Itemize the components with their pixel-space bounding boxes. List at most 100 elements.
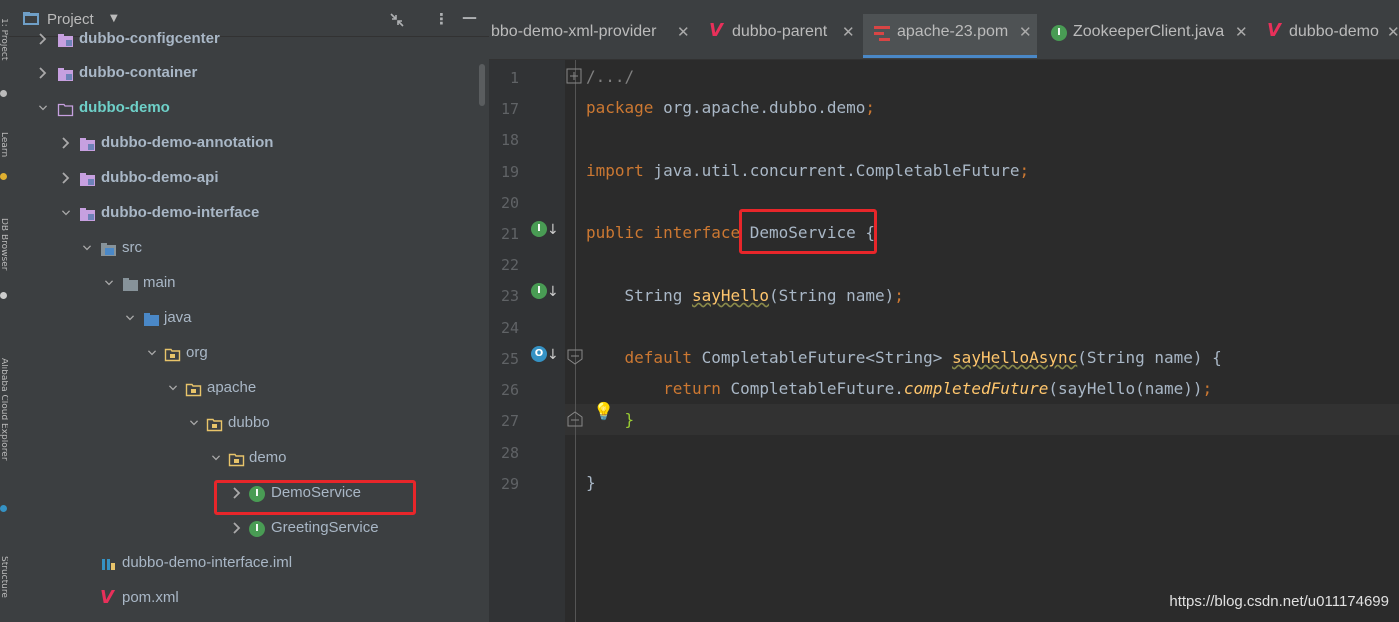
chevron-down-icon[interactable] xyxy=(147,346,157,360)
close-icon[interactable]: ✕ xyxy=(677,23,690,41)
close-icon[interactable]: ✕ xyxy=(1235,23,1248,41)
chevron-down-icon[interactable] xyxy=(61,206,71,220)
tree-node-java[interactable]: java xyxy=(9,301,489,336)
tree-node-greeting-service[interactable]: I GreetingService xyxy=(9,511,489,546)
highlight-box-code xyxy=(739,209,877,254)
tree-node-main[interactable]: main xyxy=(9,266,489,301)
chevron-right-icon[interactable] xyxy=(38,32,48,46)
chevron-down-icon[interactable] xyxy=(168,381,178,395)
line-number: 24 xyxy=(500,319,519,337)
code-text: String xyxy=(586,286,692,305)
module-folder-icon xyxy=(58,34,73,47)
tree-node-apache[interactable]: apache xyxy=(9,371,489,406)
tab-zookeeper-client[interactable]: I ZookeeperClient.java ✕ xyxy=(1043,14,1251,58)
semicolon: ; xyxy=(894,286,904,305)
chevron-down-icon[interactable] xyxy=(125,311,135,325)
learn-tool-icon[interactable] xyxy=(0,173,7,180)
db-browser-tool-icon[interactable] xyxy=(0,292,7,299)
tree-node-dubbo[interactable]: dubbo xyxy=(9,406,489,441)
semicolon: ; xyxy=(865,98,875,117)
tree-node-dubbo-demo-interface[interactable]: dubbo-demo-interface xyxy=(9,196,489,231)
line-number: 1 xyxy=(509,69,519,87)
implemented-interface-icon[interactable]: I xyxy=(531,221,547,237)
tree-node-dubbo-configcenter[interactable]: dubbo-configcenter xyxy=(9,22,489,57)
code-line-23[interactable]: String sayHello(String name); xyxy=(586,286,904,305)
tool-strip-db-browser[interactable]: DB Browser xyxy=(0,218,8,288)
tree-label: src xyxy=(122,239,142,256)
tab-dubbo-parent[interactable]: V dubbo-parent ✕ xyxy=(699,14,859,58)
tool-strip-structure[interactable]: Structure xyxy=(0,556,8,616)
semicolon: ; xyxy=(1019,161,1030,180)
overridden-method-icon[interactable]: O xyxy=(531,346,547,362)
code-line-1[interactable]: /.../ xyxy=(586,67,634,86)
tree-node-iml-file[interactable]: dubbo-demo-interface.iml xyxy=(9,546,489,581)
tree-node-dubbo-container[interactable]: dubbo-container xyxy=(9,56,489,91)
close-icon[interactable]: ✕ xyxy=(842,23,855,41)
chevron-down-icon[interactable] xyxy=(211,451,221,465)
tree-label: dubbo-demo xyxy=(79,99,170,116)
code-line-19[interactable]: import java.util.concurrent.CompletableF… xyxy=(586,161,1029,180)
chevron-right-icon[interactable] xyxy=(38,66,48,80)
alibaba-cloud-tool-icon[interactable] xyxy=(0,505,7,512)
close-icon[interactable]: ✕ xyxy=(1019,23,1032,41)
chevron-right-icon[interactable] xyxy=(61,136,71,150)
tab-dubbo-demo-xml-provider[interactable]: bbo-demo-xml-provider ✕ xyxy=(489,14,694,58)
tool-strip-project[interactable]: 1: Project xyxy=(0,18,8,98)
chevron-right-icon[interactable] xyxy=(232,521,242,535)
tab-label: dubbo-demo xyxy=(1289,23,1379,40)
tree-node-dubbo-demo-annotation[interactable]: dubbo-demo-annotation xyxy=(9,126,489,161)
tree-label: dubbo-demo-api xyxy=(101,169,219,186)
tree-label: dubbo xyxy=(228,414,270,431)
tab-label: apache-23.pom xyxy=(897,23,1009,40)
line-number: 26 xyxy=(500,381,519,399)
line-number: 29 xyxy=(500,475,519,493)
tab-apache-23-pom[interactable]: apache-23.pom ✕ xyxy=(863,14,1037,58)
tab-label: ZookeeperClient.java xyxy=(1073,23,1225,40)
module-folder-icon xyxy=(80,173,95,186)
fold-end-icon[interactable] xyxy=(567,411,583,427)
code-line-25[interactable]: default CompletableFuture<String> sayHel… xyxy=(586,348,1222,367)
chevron-down-icon[interactable] xyxy=(104,276,114,290)
keyword: return xyxy=(586,379,731,398)
chevron-down-icon[interactable] xyxy=(38,101,48,115)
package-icon xyxy=(206,418,223,432)
tree-node-demo[interactable]: demo xyxy=(9,441,489,476)
maven-icon: V xyxy=(1267,20,1281,41)
line-number: 19 xyxy=(500,163,519,181)
code-line-17[interactable]: package org.apache.dubbo.demo; xyxy=(586,98,875,117)
chevron-down-icon[interactable] xyxy=(189,416,199,430)
folder-outline-icon xyxy=(57,103,74,117)
tree-node-src[interactable]: src xyxy=(9,231,489,266)
project-tool-icon[interactable] xyxy=(0,90,7,97)
tool-strip-learn[interactable]: Learn xyxy=(0,132,8,172)
keyword: import xyxy=(586,161,644,180)
package-icon xyxy=(228,453,245,467)
module-folder-icon xyxy=(58,68,73,81)
tool-strip-alibaba-cloud[interactable]: Alibaba Cloud Explorer xyxy=(0,358,8,498)
highlight-box-tree xyxy=(214,480,416,515)
fold-expand-icon[interactable] xyxy=(566,68,582,84)
tree-node-pom-xml[interactable]: V pom.xml xyxy=(9,581,489,616)
maven-icon: V xyxy=(709,20,723,41)
tree-node-dubbo-demo-api[interactable]: dubbo-demo-api xyxy=(9,161,489,196)
code-line-27[interactable]: } xyxy=(586,410,635,429)
line-number: 17 xyxy=(500,100,519,118)
package-icon xyxy=(164,348,181,362)
arrow-down-icon: ↓ xyxy=(547,347,559,363)
tab-dubbo-demo[interactable]: V dubbo-demo ✕ xyxy=(1257,14,1399,58)
chevron-right-icon[interactable] xyxy=(61,171,71,185)
tree-label: dubbo-demo-interface xyxy=(101,204,260,221)
tree-node-org[interactable]: org xyxy=(9,336,489,371)
code-line-29[interactable]: } xyxy=(586,473,596,492)
tree-label: pom.xml xyxy=(122,589,179,606)
interface-icon: I xyxy=(1051,25,1067,41)
line-number: 20 xyxy=(500,194,519,212)
fold-collapse-icon[interactable] xyxy=(567,349,583,365)
implemented-method-icon[interactable]: I xyxy=(531,283,547,299)
chevron-down-icon[interactable] xyxy=(82,241,92,255)
close-icon[interactable]: ✕ xyxy=(1387,23,1399,41)
code-line-26[interactable]: return CompletableFuture.completedFuture… xyxy=(586,379,1212,398)
tree-node-dubbo-demo[interactable]: dubbo-demo xyxy=(9,91,489,126)
code-text: CompletableFuture. xyxy=(730,379,904,398)
watermark: https://blog.csdn.net/u011174699 xyxy=(1169,593,1389,610)
